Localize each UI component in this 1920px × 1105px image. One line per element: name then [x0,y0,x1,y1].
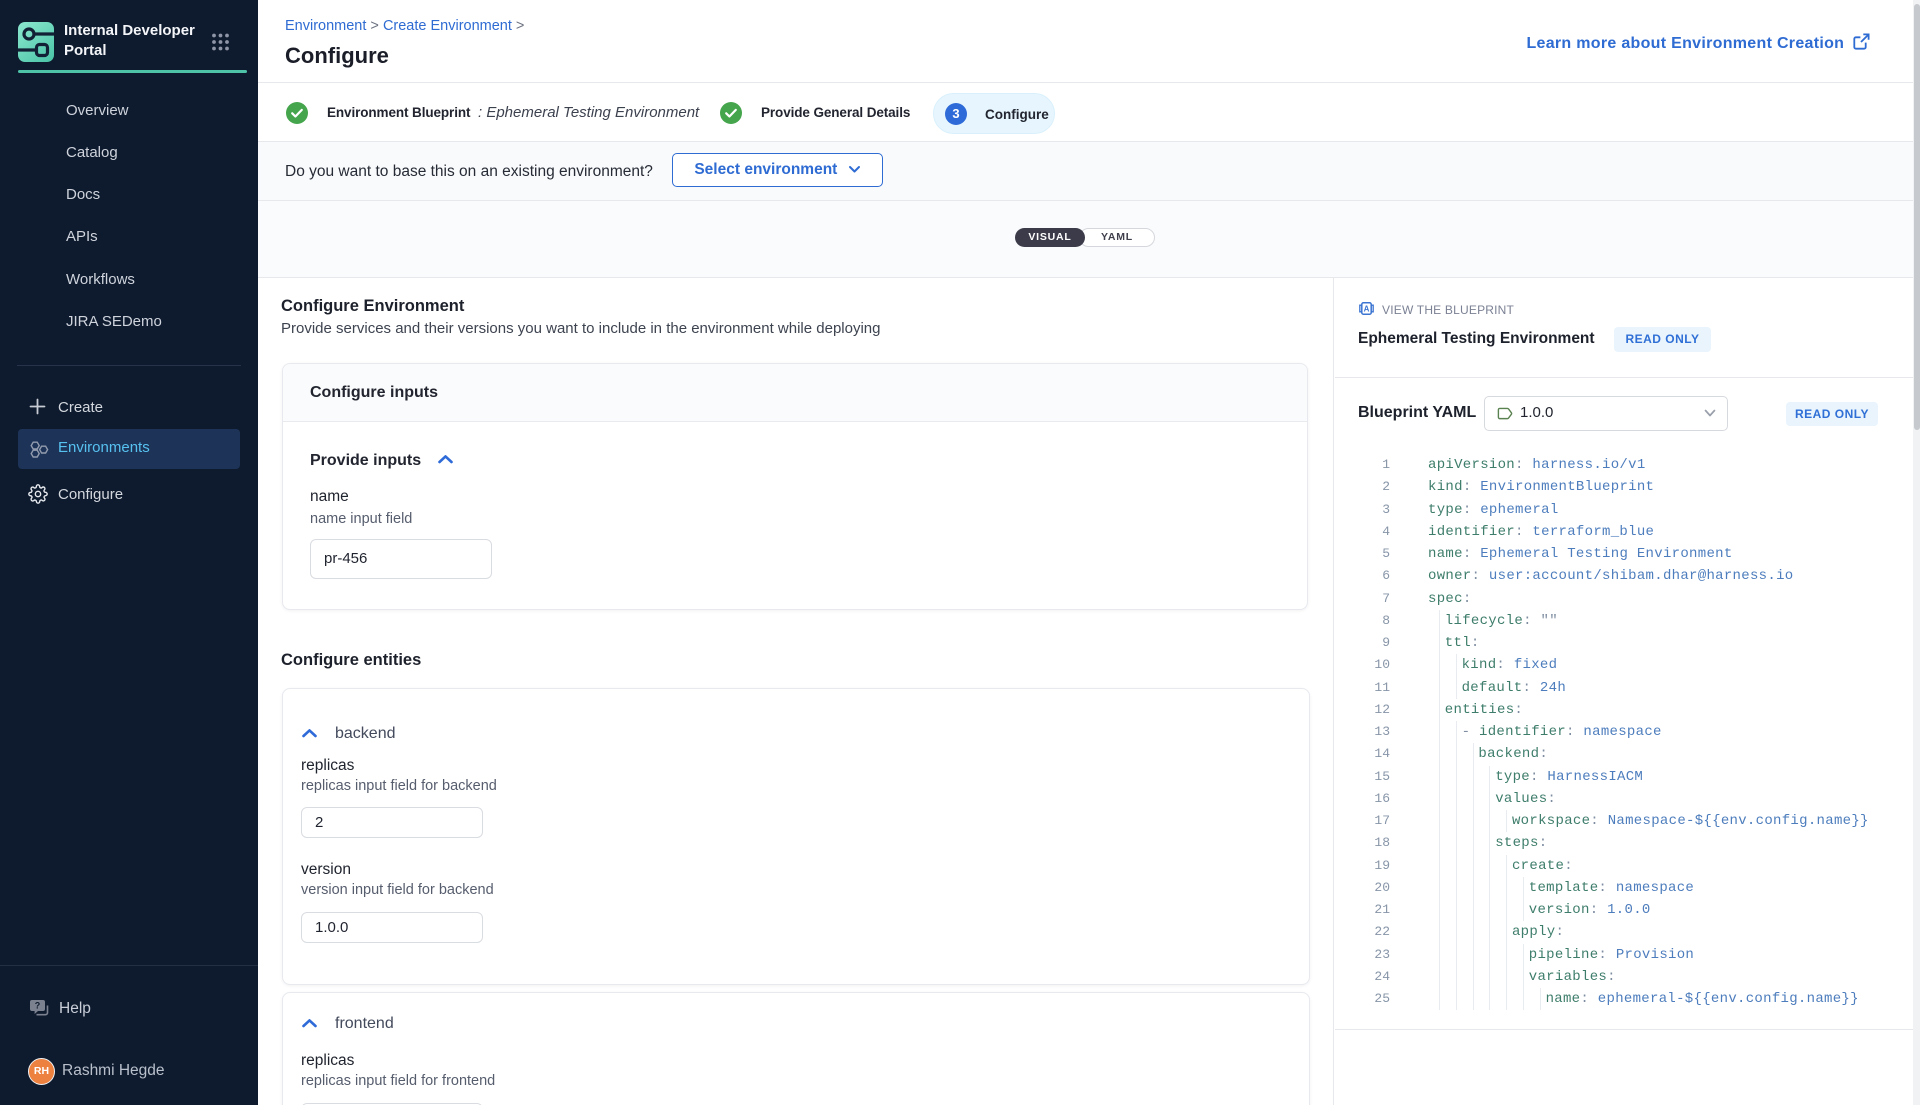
svg-text:?: ? [35,1001,41,1011]
svg-text:A: A [1364,305,1370,314]
